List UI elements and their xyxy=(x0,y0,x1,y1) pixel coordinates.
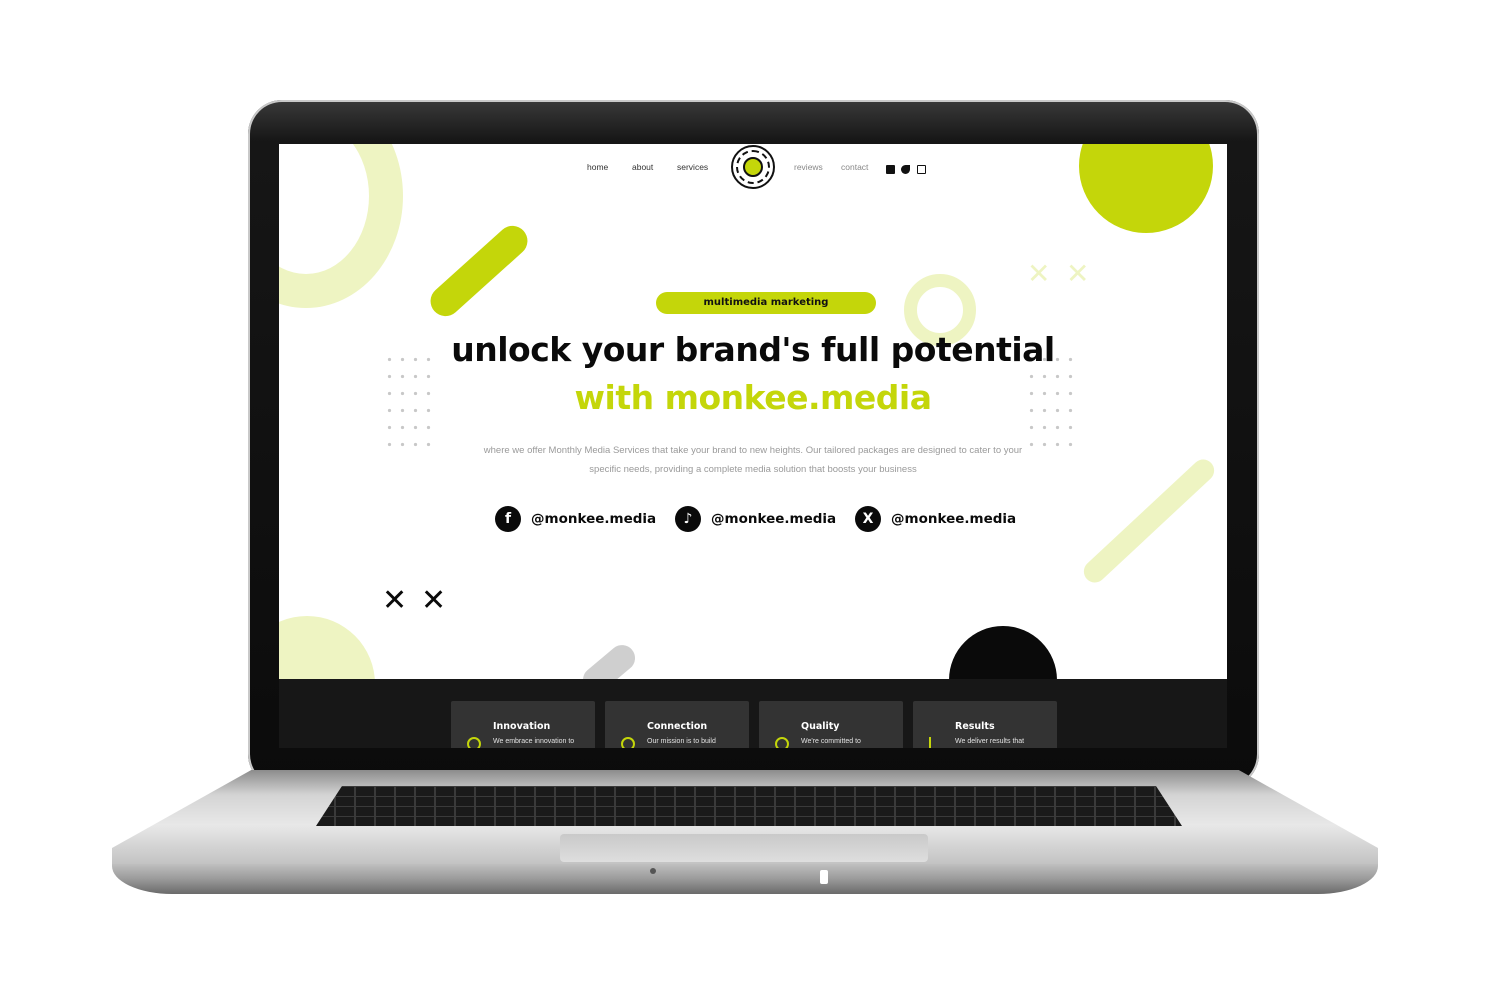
tiktok-icon: ♪ xyxy=(675,506,701,532)
lightbulb-icon xyxy=(467,737,481,748)
social-link-facebook[interactable]: f @monkee.media xyxy=(495,506,656,532)
value-card-results: Results We deliver results that xyxy=(913,701,1057,748)
values-section: Innovation We embrace innovation to Conn… xyxy=(279,679,1227,748)
social-links: f @monkee.media ♪ @monkee.media X @monke… xyxy=(279,506,1227,532)
laptop-notch xyxy=(820,870,828,884)
nav-reviews[interactable]: reviews xyxy=(794,162,823,172)
social-link-tiktok[interactable]: ♪ @monkee.media xyxy=(675,506,836,532)
facebook-icon[interactable] xyxy=(886,165,895,174)
trend-up-icon xyxy=(929,737,943,748)
twitter-icon[interactable] xyxy=(901,165,910,174)
value-card-title: Connection xyxy=(647,721,708,732)
hero-title-accent: with monkee.media xyxy=(574,378,932,417)
hero-title: unlock your brand's full potential xyxy=(451,330,1055,369)
value-card-quality: Quality We're committed to xyxy=(759,701,903,748)
value-card-connection: Connection Our mission is to build xyxy=(605,701,749,748)
site-logo[interactable] xyxy=(731,145,775,189)
decor-x-icon: ✕ xyxy=(421,583,447,618)
smile-icon xyxy=(775,737,789,748)
nav-home[interactable]: home xyxy=(587,162,608,172)
social-handle: @monkee.media xyxy=(531,511,657,527)
handshake-icon xyxy=(621,737,635,748)
value-card-title: Innovation xyxy=(493,721,551,732)
x-icon: X xyxy=(855,506,881,532)
monkey-logo-icon xyxy=(743,157,763,177)
nav-contact[interactable]: contact xyxy=(841,162,868,172)
value-card-innovation: Innovation We embrace innovation to xyxy=(451,701,595,748)
nav-about[interactable]: about xyxy=(632,162,653,172)
hero-description: where we offer Monthly Media Services th… xyxy=(483,445,1023,475)
social-link-x[interactable]: X @monkee.media xyxy=(855,506,1016,532)
decor-x-icon: ✕ xyxy=(1027,257,1051,290)
decor-pill xyxy=(424,219,534,323)
value-card-text: We embrace innovation to xyxy=(493,738,575,745)
value-card-text: We deliver results that xyxy=(955,738,1025,745)
social-handle: @monkee.media xyxy=(891,511,1017,527)
website-screen: ✕ ✕ ✕ ✕ home about services reviews cont… xyxy=(279,144,1227,748)
hero-badge: multimedia marketing xyxy=(656,292,876,314)
laptop-trackpad xyxy=(560,834,928,862)
decor-circle xyxy=(1079,144,1213,233)
nav-services[interactable]: services xyxy=(677,162,708,172)
instagram-icon[interactable] xyxy=(917,165,926,174)
value-card-title: Results xyxy=(955,721,995,732)
value-card-title: Quality xyxy=(801,721,840,732)
value-card-text: We're committed to xyxy=(801,738,861,745)
value-card-text: Our mission is to build xyxy=(647,738,716,745)
device-mockup: ✕ ✕ ✕ ✕ home about services reviews cont… xyxy=(0,0,1503,999)
decor-x-icon: ✕ xyxy=(382,583,408,618)
indicator-light xyxy=(650,868,656,874)
social-handle: @monkee.media xyxy=(711,511,837,527)
decor-x-icon: ✕ xyxy=(1066,257,1090,290)
facebook-icon: f xyxy=(495,506,521,532)
laptop-keyboard xyxy=(316,786,1182,826)
